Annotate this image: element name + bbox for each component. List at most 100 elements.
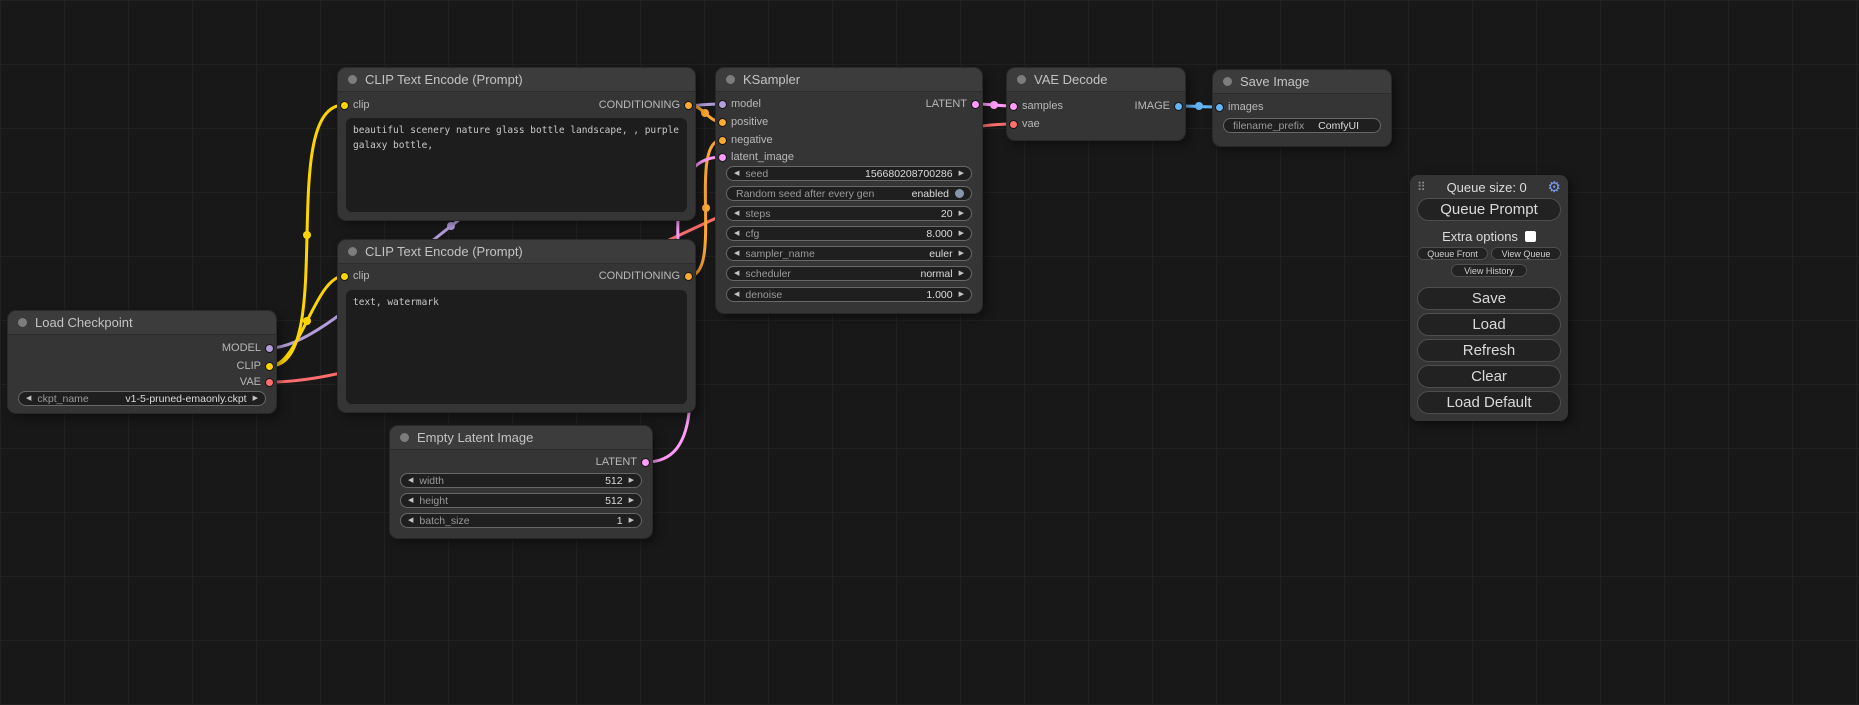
input-label: negative [731,134,773,146]
widget-denoise[interactable]: ◀ denoise 1.000 ▶ [726,287,972,302]
widget-value: 512 [605,495,623,507]
link-midpoint-dot [1195,102,1203,110]
widget-label: filename_prefix [1233,120,1304,132]
node-title: VAE Decode [1034,72,1107,87]
increment-arrow-icon[interactable]: ▶ [629,497,634,504]
decrement-arrow-icon[interactable]: ◀ [408,497,413,504]
node-load-checkpoint[interactable]: Load Checkpoint MODEL CLIP VAE ◀ ckpt_na… [8,311,276,413]
node-clip-text-encode-negative[interactable]: CLIP Text Encode (Prompt) clip CONDITION… [338,240,695,412]
input-label: images [1228,101,1263,113]
node-titlebar[interactable]: KSampler [716,68,982,92]
output-dot-model[interactable] [265,344,274,353]
widget-value: v1-5-pruned-emaonly.ckpt [125,393,246,405]
increment-arrow-icon[interactable]: ▶ [253,395,258,402]
node-collapse-dot[interactable] [1223,77,1232,86]
widget-value: enabled [912,188,949,200]
widget-batch-size[interactable]: ◀ batch_size 1 ▶ [400,513,642,528]
clear-button[interactable]: Clear [1417,365,1561,388]
extra-options-checkbox[interactable] [1525,231,1536,242]
prompt-textarea[interactable]: beautiful scenery nature glass bottle la… [346,118,687,212]
view-history-button[interactable]: View History [1451,264,1527,277]
decrement-arrow-icon[interactable]: ◀ [734,250,739,257]
widget-seed[interactable]: ◀ seed 156680208700286 ▶ [726,166,972,181]
widget-cfg[interactable]: ◀ cfg 8.000 ▶ [726,226,972,241]
slot-row: samples IMAGE [1007,99,1185,113]
input-dot-model[interactable] [718,100,727,109]
link-midpoint-dot [303,231,311,239]
widget-value: euler [929,248,952,260]
widget-width[interactable]: ◀ width 512 ▶ [400,473,642,488]
input-dot-samples[interactable] [1009,102,1018,111]
drag-handle-icon[interactable]: ⠿ [1417,180,1426,194]
node-ksampler[interactable]: KSampler model LATENT positive negative … [716,68,982,313]
node-empty-latent-image[interactable]: Empty Latent Image LATENT ◀ width 512 ▶ … [390,426,652,538]
increment-arrow-icon[interactable]: ▶ [959,270,964,277]
output-dot-clip[interactable] [265,362,274,371]
input-dot-positive[interactable] [718,118,727,127]
node-collapse-dot[interactable] [348,247,357,256]
output-dot-latent[interactable] [971,100,980,109]
input-dot-negative[interactable] [718,136,727,145]
increment-arrow-icon[interactable]: ▶ [629,477,634,484]
load-button[interactable]: Load [1417,313,1561,336]
node-titlebar[interactable]: CLIP Text Encode (Prompt) [338,240,695,264]
node-titlebar[interactable]: Load Checkpoint [8,311,276,335]
output-dot-conditioning[interactable] [684,272,693,281]
output-dot-image[interactable] [1174,102,1183,111]
node-clip-text-encode-positive[interactable]: CLIP Text Encode (Prompt) clip CONDITION… [338,68,695,220]
link-midpoint-dot [701,109,709,117]
output-dot-vae[interactable] [265,378,274,387]
input-dot-clip[interactable] [340,272,349,281]
node-vae-decode[interactable]: VAE Decode samples IMAGE vae [1007,68,1185,140]
widget-random-seed-toggle[interactable]: Random seed after every gen enabled [726,186,972,201]
node-collapse-dot[interactable] [1017,75,1026,84]
node-titlebar[interactable]: Save Image [1213,70,1391,94]
node-save-image[interactable]: Save Image images filename_prefix ComfyU… [1213,70,1391,146]
refresh-button[interactable]: Refresh [1417,339,1561,362]
decrement-arrow-icon[interactable]: ◀ [734,230,739,237]
queue-front-button[interactable]: Queue Front [1417,247,1488,260]
view-queue-button[interactable]: View Queue [1491,247,1561,260]
decrement-arrow-icon[interactable]: ◀ [734,210,739,217]
decrement-arrow-icon[interactable]: ◀ [734,270,739,277]
output-dot-conditioning[interactable] [684,101,693,110]
node-titlebar[interactable]: VAE Decode [1007,68,1185,92]
decrement-arrow-icon[interactable]: ◀ [408,477,413,484]
widget-sampler-name[interactable]: ◀ sampler_name euler ▶ [726,246,972,261]
queue-prompt-button[interactable]: Queue Prompt [1417,198,1561,221]
settings-gear-icon[interactable]: ⚙ [1548,180,1561,195]
output-dot-latent[interactable] [641,458,650,467]
increment-arrow-icon[interactable]: ▶ [959,250,964,257]
increment-arrow-icon[interactable]: ▶ [959,291,964,298]
node-titlebar[interactable]: Empty Latent Image [390,426,652,450]
widget-value: 20 [941,208,953,220]
widget-scheduler[interactable]: ◀ scheduler normal ▶ [726,266,972,281]
node-collapse-dot[interactable] [726,75,735,84]
node-title: Empty Latent Image [417,430,533,445]
load-default-button[interactable]: Load Default [1417,391,1561,414]
increment-arrow-icon[interactable]: ▶ [629,517,634,524]
increment-arrow-icon[interactable]: ▶ [959,230,964,237]
widget-label: Random seed after every gen [736,188,874,200]
decrement-arrow-icon[interactable]: ◀ [734,170,739,177]
decrement-arrow-icon[interactable]: ◀ [734,291,739,298]
prompt-textarea[interactable]: text, watermark [346,290,687,404]
input-dot-images[interactable] [1215,103,1224,112]
node-titlebar[interactable]: CLIP Text Encode (Prompt) [338,68,695,92]
input-dot-clip[interactable] [340,101,349,110]
node-collapse-dot[interactable] [18,318,27,327]
widget-height[interactable]: ◀ height 512 ▶ [400,493,642,508]
toggle-knob[interactable] [955,189,964,198]
node-collapse-dot[interactable] [400,433,409,442]
increment-arrow-icon[interactable]: ▶ [959,170,964,177]
decrement-arrow-icon[interactable]: ◀ [26,395,31,402]
input-dot-latent-image[interactable] [718,153,727,162]
save-button[interactable]: Save [1417,287,1561,310]
widget-steps[interactable]: ◀ steps 20 ▶ [726,206,972,221]
decrement-arrow-icon[interactable]: ◀ [408,517,413,524]
widget-filename-prefix[interactable]: filename_prefix ComfyUI [1223,118,1381,133]
input-dot-vae[interactable] [1009,120,1018,129]
increment-arrow-icon[interactable]: ▶ [959,210,964,217]
node-collapse-dot[interactable] [348,75,357,84]
widget-ckpt-name[interactable]: ◀ ckpt_name v1-5-pruned-emaonly.ckpt ▶ [18,391,266,406]
